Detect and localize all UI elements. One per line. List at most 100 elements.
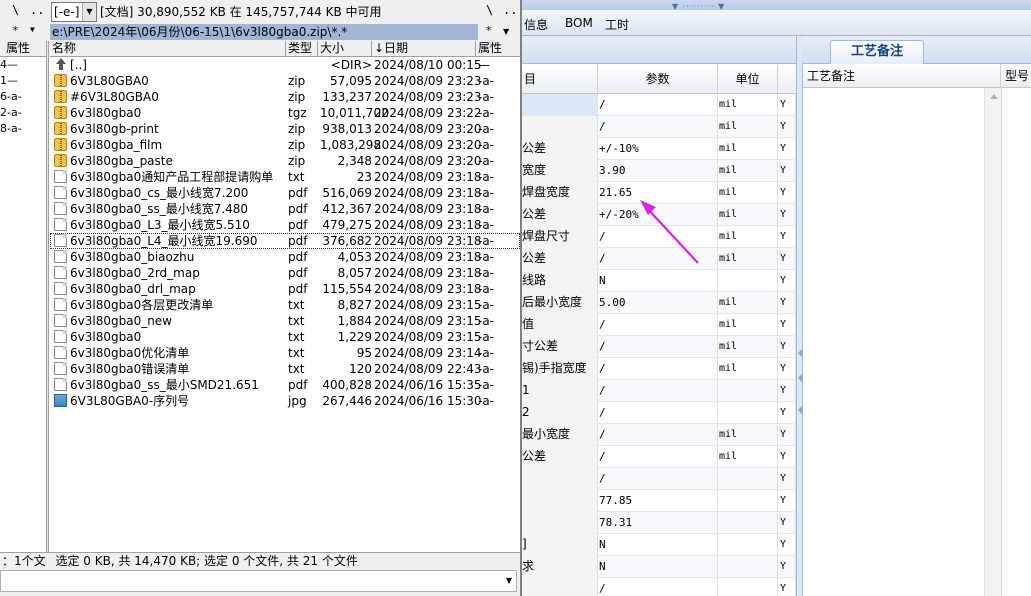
grid-cell-param[interactable]: / [598, 380, 718, 402]
column-header-size[interactable]: 大小 [318, 41, 372, 57]
grid-row[interactable]: 焊盘尺寸 / mil Y [522, 226, 796, 248]
history-dropdown-button[interactable]: ▼ [30, 25, 35, 34]
left-panel-attr-header[interactable]: 属性 [0, 41, 48, 57]
file-row[interactable]: 6v3l80gb-print zip 938,013 2024/08/09 23:20… [50, 121, 520, 137]
history-star-button[interactable]: * [12, 24, 19, 37]
grid-cell-param[interactable]: N [598, 270, 718, 292]
grid-row[interactable]: 2/ Y [522, 402, 796, 424]
file-row[interactable]: 6v3l80gba0 txt 1,229 2024/08/09 23:15 -a- [50, 329, 520, 345]
left-panel-row[interactable]: 8-a- [0, 121, 46, 137]
grid-row[interactable]: 锡)手指宽度 / mil Y [522, 358, 796, 380]
grid-cell-param[interactable]: / [598, 446, 718, 468]
grid-row[interactable]: 求N Y [522, 556, 796, 578]
file-row[interactable]: 6v3l80gba_film zip 1,083,298 2024/08/09 23:… [50, 137, 520, 153]
file-row[interactable]: #6V3L80GBA0 zip 133,237 2024/08/09 23:23 -a- [50, 89, 520, 105]
file-row[interactable]: 6v3l80gba_paste zip 2,348 2024/08/09 23:20-… [50, 153, 520, 169]
grid-row[interactable]: 线路 N Y [522, 270, 796, 292]
column-header-attr[interactable]: 属性 [476, 41, 520, 57]
grid-cell-param[interactable]: / [598, 336, 718, 358]
file-row[interactable]: 6v3l80gba0_L3_最小线宽5.510 pdf 479,275 2024/08… [50, 217, 520, 233]
history-star-button[interactable]: * [486, 24, 492, 37]
scroll-up-icon[interactable] [990, 94, 998, 99]
notes-scrollbar[interactable] [984, 88, 1001, 596]
file-row[interactable]: 6v3l80gba0_biaozhu pdf 4,053 2024/08/09 23:… [50, 249, 520, 265]
grid-row[interactable]: 公差 +/-10% mil Y [522, 138, 796, 160]
grid-row[interactable]: 焊盘宽度 21.65 mil Y [522, 182, 796, 204]
grid-cell-param[interactable]: / [598, 424, 718, 446]
grid-cell-param[interactable]: +/-20% [598, 204, 718, 226]
grid-cell-param[interactable]: 78.31 [598, 512, 718, 534]
file-row[interactable]: 6v3l80gba0 tgz 10,011,702 2024/08/09 23:22-… [50, 105, 520, 121]
grid-cell-param[interactable]: 3.90 [598, 160, 718, 182]
grid-row[interactable]: 后最小宽度 5.00 mil Y [522, 292, 796, 314]
grid-row[interactable]: 公差 / mil Y [522, 446, 796, 468]
column-header-name[interactable]: 名称 [50, 41, 286, 57]
grid-cell-param[interactable]: 21.65 [598, 182, 718, 204]
grid-cell-param[interactable]: +/-10% [598, 138, 718, 160]
grid-cell-param[interactable]: / [598, 468, 718, 490]
drive-select[interactable]: [-e-] ▼ [51, 2, 97, 22]
collapse-bar[interactable]: ▼ ········· ▼ [522, 0, 1031, 11]
grid-row[interactable]: / mil Y [522, 94, 796, 116]
grid-row[interactable]: 1/ Y [522, 380, 796, 402]
up-dir-button[interactable]: .. [503, 3, 517, 17]
grid-row[interactable]: 公差 / mil Y [522, 248, 796, 270]
left-panel-row[interactable]: 1— [0, 73, 46, 89]
grid-cell-param[interactable]: / [598, 578, 718, 596]
grid-row[interactable]: 公差 +/-20% mil Y [522, 204, 796, 226]
panel-divider[interactable] [46, 41, 49, 552]
grid-cell-param[interactable]: / [598, 94, 718, 116]
grid-row[interactable]: 最小宽度 / mil Y [522, 424, 796, 446]
file-row[interactable]: 6v3l80gba0_cs_最小线宽7.200 pdf 516,069 2024/08… [50, 185, 520, 201]
column-header-item[interactable]: 目 [522, 64, 598, 94]
column-header-date[interactable]: ↓日期 [372, 41, 476, 57]
grid-row[interactable]: / Y [522, 468, 796, 490]
column-header-ext[interactable]: 类型 [286, 41, 318, 57]
grid-row[interactable]: 77.85 Y [522, 490, 796, 512]
column-header-unit[interactable]: 单位 [718, 64, 778, 94]
grid-row[interactable]: ] N Y [522, 534, 796, 556]
grid-row[interactable]: / Y [522, 578, 796, 596]
left-panel-row[interactable]: 4— [0, 57, 46, 73]
column-header-notes[interactable]: 工艺备注 [803, 64, 1001, 88]
grid-row[interactable]: 宽度 3.90 mil Y [522, 160, 796, 182]
chevron-down-icon[interactable]: ▼ [506, 576, 512, 585]
file-row[interactable]: 6v3l80gba0_ss_最小线宽7.480 pdf 412,367 2024/08… [50, 201, 520, 217]
file-row[interactable]: 6V3L80GBA0 zip 57,095 2024/08/09 23:23 -a- [50, 73, 520, 89]
column-header-flag[interactable] [778, 64, 796, 94]
column-header-param[interactable]: 参数 [598, 64, 718, 94]
file-row[interactable]: [..] <DIR> 2024/08/10 00:15— [50, 57, 520, 73]
root-dir-button[interactable]: \ [12, 3, 19, 17]
file-row[interactable]: 6v3l80gba0优化清单 txt 95 2024/08/09 23:14 -a- [50, 345, 520, 361]
file-row[interactable]: 6v3l80gba0_2rd_map pdf 8,057 2024/08/09 23:… [50, 265, 520, 281]
up-dir-button[interactable]: .. [30, 3, 44, 17]
tab-work-hours[interactable]: 工时 [605, 16, 629, 33]
grid-cell-param[interactable]: N [598, 556, 718, 578]
grid-row[interactable]: / mil Y [522, 116, 796, 138]
file-row[interactable]: 6v3l80gba0各层更改清单 txt 8,827 2024/08/09 23:15… [50, 297, 520, 313]
file-row[interactable]: 6v3l80gba0_ss_最小SMD21.651 pdf 400,828 2024/… [50, 377, 520, 393]
file-row[interactable]: 6v3l80gba0通知产品工程部提请购单 txt 23 2024/08/09 23:… [50, 169, 520, 185]
grid-cell-param[interactable]: / [598, 402, 718, 424]
grid-cell-param[interactable]: / [598, 358, 718, 380]
tab-info[interactable]: 信息 [524, 16, 548, 33]
grid-cell-param[interactable]: / [598, 226, 718, 248]
left-panel-row[interactable]: 6-a- [0, 89, 46, 105]
left-panel-row[interactable]: 2-a- [0, 105, 46, 121]
grid-cell-param[interactable]: 77.85 [598, 490, 718, 512]
file-row[interactable]: 6v3l80gba0_drl_map pdf 115,554 2024/08/09 2… [50, 281, 520, 297]
history-dropdown-button[interactable]: ▼ [503, 27, 509, 36]
file-row[interactable]: 6v3l80gba0_new txt 1,884 2024/08/09 23:15 -a… [50, 313, 520, 329]
grid-row[interactable]: 值 / mil Y [522, 314, 796, 336]
grid-row[interactable]: 寸公差 / mil Y [522, 336, 796, 358]
command-line-input[interactable]: ▼ [0, 570, 517, 592]
grid-cell-param[interactable]: / [598, 116, 718, 138]
grid-cell-param[interactable]: 5.00 [598, 292, 718, 314]
file-row[interactable]: 6v3l80gba0错误清单 txt 120 2024/08/09 22:43 -a- [50, 361, 520, 377]
file-row[interactable]: 6V3L80GBA0-序列号 jpg 267,446 2024/06/16 15:30… [50, 393, 520, 409]
tab-bom[interactable]: BOM [565, 16, 593, 30]
grid-cell-param[interactable]: / [598, 314, 718, 336]
current-path[interactable]: e:\PRE\2024年\06月份\06-15\1\6v3l80gba0.zip… [50, 24, 478, 40]
grid-cell-param[interactable]: N [598, 534, 718, 556]
root-dir-button[interactable]: \ [486, 3, 493, 17]
